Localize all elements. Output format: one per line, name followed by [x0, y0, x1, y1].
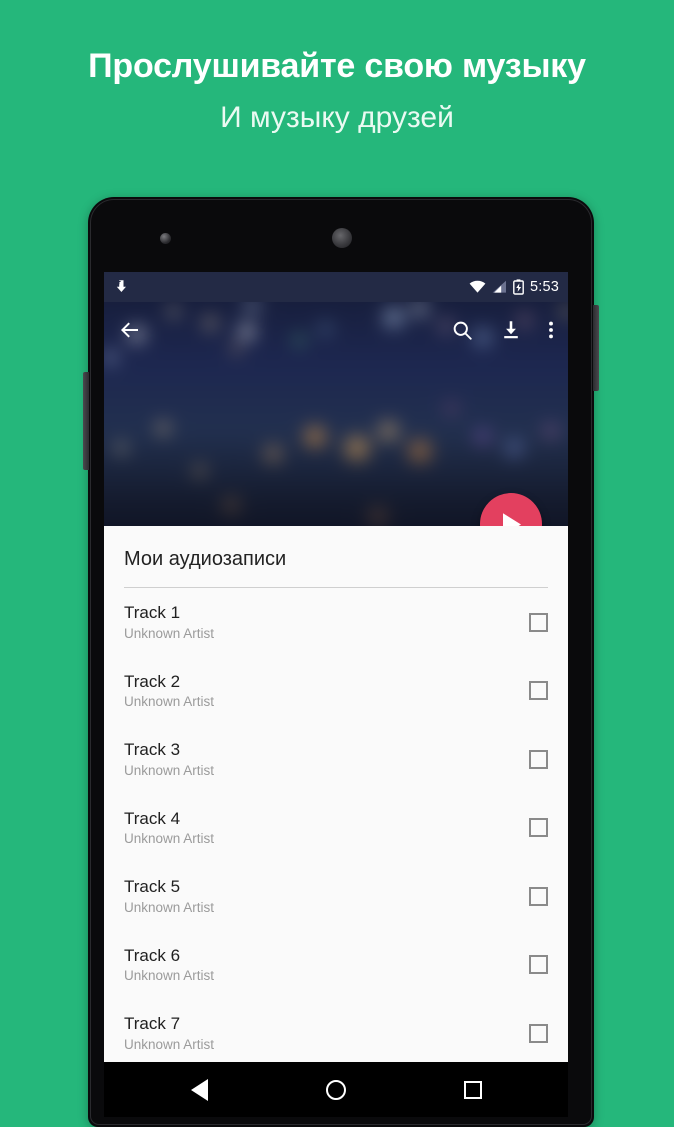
download-icon	[504, 321, 518, 339]
track-row[interactable]: Track 7 Unknown Artist	[104, 999, 568, 1062]
status-bar-indicators: 5:53	[469, 279, 559, 295]
battery-charging-icon	[513, 279, 524, 295]
track-checkbox[interactable]	[529, 1023, 548, 1043]
track-texts: Track 6 Unknown Artist	[124, 946, 214, 984]
track-checkbox[interactable]	[529, 681, 548, 701]
track-title: Track 2	[124, 671, 181, 691]
overflow-menu-icon	[549, 321, 553, 339]
overflow-menu-button[interactable]	[548, 319, 554, 341]
track-list: Track 1 Unknown Artist Track 2 Unknown Arti…	[104, 588, 568, 1062]
track-checkbox[interactable]	[529, 955, 548, 975]
app-toolbar	[104, 302, 568, 358]
track-artist: Unknown Artist	[124, 762, 215, 778]
track-texts: Track 4 Unknown Artist	[124, 809, 214, 847]
back-button[interactable]	[118, 318, 142, 342]
wifi-icon	[469, 280, 486, 293]
music-download-notification-icon	[114, 280, 126, 292]
search-button[interactable]	[451, 319, 474, 342]
track-texts: Track 7 Unknown Artist	[124, 1014, 214, 1052]
volume-rocker-button[interactable]	[83, 372, 89, 470]
track-title: Track 5	[124, 877, 181, 897]
track-artist: Unknown Artist	[124, 694, 215, 710]
promo-header: Прослушивайте свою музыку И музыку друзе…	[0, 0, 674, 134]
back-arrow-icon	[121, 322, 138, 338]
status-bar-notifications	[113, 279, 129, 295]
track-artist: Unknown Artist	[124, 1036, 215, 1052]
track-row[interactable]: Track 2 Unknown Artist	[104, 657, 568, 726]
status-bar: 5:53	[104, 272, 568, 302]
download-button[interactable]	[500, 319, 522, 341]
track-artist: Unknown Artist	[124, 831, 215, 847]
track-title: Track 4	[124, 808, 181, 828]
track-row[interactable]: Track 4 Unknown Artist	[104, 794, 568, 863]
status-bar-clock: 5:53	[529, 279, 559, 295]
power-button[interactable]	[593, 305, 599, 391]
track-checkbox[interactable]	[529, 749, 548, 769]
track-row[interactable]: Track 6 Unknown Artist	[104, 931, 568, 1000]
track-row[interactable]: Track 3 Unknown Artist	[104, 725, 568, 794]
track-row[interactable]: Track 1 Unknown Artist	[104, 588, 568, 657]
track-title: Track 3	[124, 740, 181, 760]
track-list-area: Мои аудиозаписи Track 1 Unknown Artist Tra…	[104, 526, 568, 1062]
track-title: Track 7	[124, 1014, 181, 1034]
track-artist: Unknown Artist	[124, 625, 215, 641]
track-texts: Track 3 Unknown Artist	[124, 740, 214, 778]
track-texts: Track 5 Unknown Artist	[124, 877, 214, 915]
nav-recents-icon[interactable]	[463, 1080, 482, 1099]
earpiece-speaker-icon	[332, 228, 352, 248]
search-icon	[453, 321, 472, 340]
cellular-signal-icon	[492, 280, 506, 293]
track-texts: Track 2 Unknown Artist	[124, 672, 214, 710]
page-title: Мои аудиозаписи	[124, 548, 287, 570]
android-nav-bar	[104, 1062, 568, 1117]
track-checkbox[interactable]	[529, 886, 548, 906]
track-row[interactable]: Track 5 Unknown Artist	[104, 862, 568, 931]
front-camera-icon	[160, 233, 171, 244]
phone-device: 5:53 Мои аудиозаписи Track 1 Unknown Art…	[83, 197, 599, 1127]
play-icon	[502, 512, 521, 526]
nav-home-icon[interactable]	[325, 1079, 346, 1100]
track-artist: Unknown Artist	[124, 899, 215, 915]
track-title: Track 6	[124, 945, 181, 965]
section-header: Мои аудиозаписи	[104, 526, 568, 588]
promo-title: Прослушивайте свою музыку	[88, 47, 586, 85]
track-checkbox[interactable]	[529, 818, 548, 838]
nav-back-icon[interactable]	[190, 1078, 208, 1101]
hero-image	[104, 302, 568, 526]
phone-screen: 5:53 Мои аудиозаписи Track 1 Unknown Art…	[104, 272, 568, 1062]
track-title: Track 1	[124, 603, 181, 623]
promo-subtitle: И музыку друзей	[220, 101, 454, 135]
track-texts: Track 1 Unknown Artist	[124, 603, 214, 641]
track-artist: Unknown Artist	[124, 968, 215, 984]
toolbar-actions	[451, 319, 554, 342]
track-checkbox[interactable]	[529, 612, 548, 632]
